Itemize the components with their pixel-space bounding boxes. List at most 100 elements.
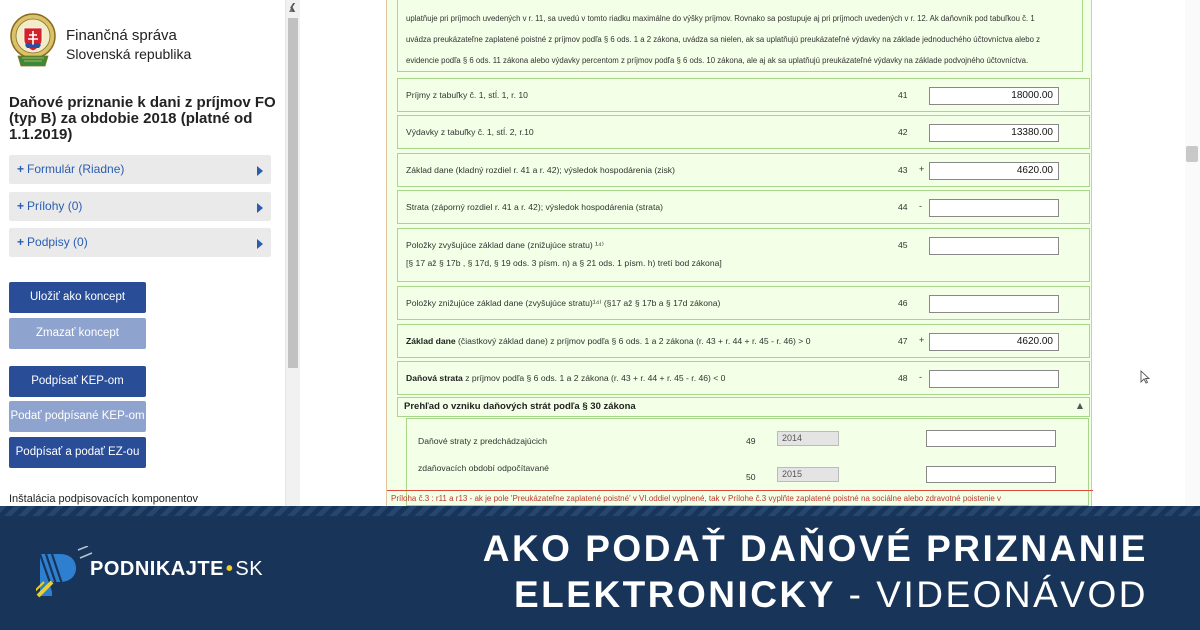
brand-dot: • <box>225 558 234 580</box>
row-number: 41 <box>898 90 908 100</box>
row-45-input[interactable] <box>929 237 1059 255</box>
sidebar: Finančná správa Slovenská republika Daňo… <box>0 0 284 506</box>
main-scrollbar[interactable] <box>1185 0 1200 506</box>
row-number: 48 <box>898 373 908 383</box>
save-draft-button[interactable]: Uložiť ako koncept <box>9 282 146 313</box>
headline-line-2: ELEKTRONICKY - VIDEONÁVOD <box>483 572 1148 618</box>
row-41-input[interactable]: 18000.00 <box>929 87 1059 105</box>
row-49-input[interactable] <box>926 430 1056 447</box>
accordion-label: Prílohy (0) <box>27 199 83 213</box>
tax-form: uplatňuje pri príjmoch uvedených v r. 11… <box>386 0 1093 506</box>
headline-bold: ELEKTRONICKY <box>513 574 836 615</box>
accordion-prilohy[interactable]: + Prílohy (0) <box>9 192 271 221</box>
submit-signed-kep-button[interactable]: Podať podpísané KEP-om <box>9 401 146 432</box>
form-row-41: Príjmy z tabuľky č. 1, stĺ. 1, r. 10 41 … <box>397 78 1090 112</box>
delete-draft-button[interactable]: Zmazať koncept <box>9 318 146 349</box>
sign-kep-button[interactable]: Podpísať KEP-om <box>9 366 146 397</box>
row-48-input[interactable] <box>929 370 1059 388</box>
form-row-46: Položky znižujúce základ dane (zvyšujúce… <box>397 286 1090 320</box>
form-row-43: Základ dane (kladný rozdiel r. 41 a r. 4… <box>397 153 1090 187</box>
row-number: 44 <box>898 202 908 212</box>
row-46-input[interactable] <box>929 295 1059 313</box>
plus-icon: + <box>17 162 25 176</box>
brand-text: PODNIKAJTE <box>90 558 224 580</box>
row-label: Položky zvyšujúce základ dane (znižujúce… <box>406 240 604 250</box>
row-42-input[interactable]: 13380.00 <box>929 124 1059 142</box>
plus-icon: + <box>17 199 25 213</box>
install-components-link[interactable]: Inštalácia podpisovacích komponentov <box>9 493 198 505</box>
row-47-input[interactable]: 4620.00 <box>929 333 1059 351</box>
row-number: 47 <box>898 336 908 346</box>
row-number: 43 <box>898 165 908 175</box>
year-field: 2014 <box>777 431 839 446</box>
headline-line-1: AKO PODAŤ DAŇOVÉ PRIZNANIE <box>482 528 1148 569</box>
section-title: Prehľad o vzniku daňových strát podľa § … <box>404 401 636 412</box>
row-sign: - <box>919 201 922 211</box>
caret-right-icon <box>257 166 263 176</box>
form-row-47: Základ dane (čiastkový základ dane) z pr… <box>397 324 1090 358</box>
mouse-cursor-icon <box>1140 370 1150 384</box>
row-number: 49 <box>746 436 756 446</box>
year-field: 2015 <box>777 467 839 482</box>
form-row-44: Strata (záporný rozdiel r. 41 a r. 42); … <box>397 190 1090 224</box>
validation-error: Príloha č.3 : r11 a r13 - ak je pole 'Pr… <box>387 490 1093 506</box>
row-number: 45 <box>898 240 908 250</box>
sidebar-scrollbar[interactable]: ▲ <box>285 0 300 506</box>
row-43-input[interactable]: 4620.00 <box>929 162 1059 180</box>
row-number: 50 <box>746 472 756 482</box>
org-name: Finančná správa <box>66 27 177 44</box>
promo-banner: PODNIKAJTE • SK AKO PODAŤ DAŇOVÉ PRIZNANIE… <box>0 506 1200 630</box>
main-content: uplatňuje pri príjmoch uvedených v r. 11… <box>300 0 1200 506</box>
accordion-formular[interactable]: + Formulár (Riadne) <box>9 155 271 184</box>
org-country: Slovenská republika <box>66 46 192 62</box>
row-50-input[interactable] <box>926 466 1056 483</box>
row-label: Strata (záporný rozdiel r. 41 a r. 42); … <box>406 202 663 212</box>
row-sign: + <box>919 335 925 345</box>
chevron-left-icon[interactable]: ❮ <box>289 3 297 13</box>
scrollbar-thumb[interactable] <box>1186 146 1198 162</box>
row-label: Základ dane (čiastkový základ dane) z pr… <box>406 336 810 346</box>
accordion-podpisy[interactable]: + Podpisy (0) <box>9 228 271 257</box>
headline-thin: - VIDEONÁVOD <box>835 574 1148 615</box>
row-44-input[interactable] <box>929 199 1059 217</box>
striped-border <box>0 506 1200 516</box>
podnikajte-logo-icon <box>36 546 93 598</box>
loss-label: Daňové straty z predchádzajúcich <box>418 436 547 446</box>
form-row-42: Výdavky z tabuľky č. 1, stĺ. 2, r.10 42 … <box>397 115 1090 149</box>
brand-name: PODNIKAJTE • SK <box>90 558 263 581</box>
row-label: Výdavky z tabuľky č. 1, stĺ. 2, r.10 <box>406 127 534 137</box>
accordion-label: Podpisy (0) <box>27 235 88 249</box>
accordion-label: Formulár (Riadne) <box>27 162 125 176</box>
note-line: uplatňuje pri príjmoch uvedených v r. 11… <box>406 14 1035 23</box>
row-sign: + <box>919 164 925 174</box>
loss-section-header[interactable]: Prehľad o vzniku daňových strát podľa § … <box>397 397 1090 417</box>
form-note: uplatňuje pri príjmoch uvedených v r. 11… <box>397 0 1083 72</box>
row-label: Základ dane (kladný rozdiel r. 41 a r. 4… <box>406 165 675 175</box>
document-title: Daňové priznanie k dani z príjmov FO (ty… <box>9 94 276 143</box>
loss-label: zdaňovacích období odpočítavané <box>418 463 549 473</box>
form-row-48: Daňová strata z príjmov podľa § 6 ods. 1… <box>397 361 1090 395</box>
row-label-bold: Základ dane <box>406 336 456 346</box>
row-label: Príjmy z tabuľky č. 1, stĺ. 1, r. 10 <box>406 90 528 100</box>
row-label: Položky znižujúce základ dane (zvyšujúce… <box>406 298 721 308</box>
row-label-detail: [§ 17 až § 17b , § 17d, § 19 ods. 3 písm… <box>406 258 722 268</box>
caret-right-icon <box>257 203 263 213</box>
row-number: 42 <box>898 127 908 137</box>
note-line: evidencie podľa § 6 ods. 11 zákona alebo… <box>406 56 1029 65</box>
row-label-bold: Daňová strata <box>406 373 463 383</box>
note-line: uvádza preukázateľne zaplatené poistné z… <box>406 35 1041 44</box>
headline: AKO PODAŤ DAŇOVÉ PRIZNANIE ELEKTRONICKY … <box>483 526 1148 618</box>
row-label-rest: z príjmov podľa § 6 ods. 1 a 2 zákona (r… <box>462 373 726 383</box>
scrollbar-thumb[interactable] <box>288 18 298 368</box>
row-number: 46 <box>898 298 908 308</box>
sign-submit-ez-button[interactable]: Podpísať a podať EZ-ou <box>9 437 146 468</box>
plus-icon: + <box>17 235 25 249</box>
caret-right-icon <box>257 239 263 249</box>
row-label-rest: (čiastkový základ dane) z príjmov podľa … <box>455 336 811 346</box>
brand-tld: SK <box>235 558 264 580</box>
coat-of-arms-icon <box>10 13 56 67</box>
collapse-up-icon[interactable]: ▲ <box>1077 401 1083 410</box>
row-sign: - <box>919 372 922 382</box>
row-label: Daňová strata z príjmov podľa § 6 ods. 1… <box>406 373 725 383</box>
form-row-45: Položky zvyšujúce základ dane (znižujúce… <box>397 228 1090 282</box>
